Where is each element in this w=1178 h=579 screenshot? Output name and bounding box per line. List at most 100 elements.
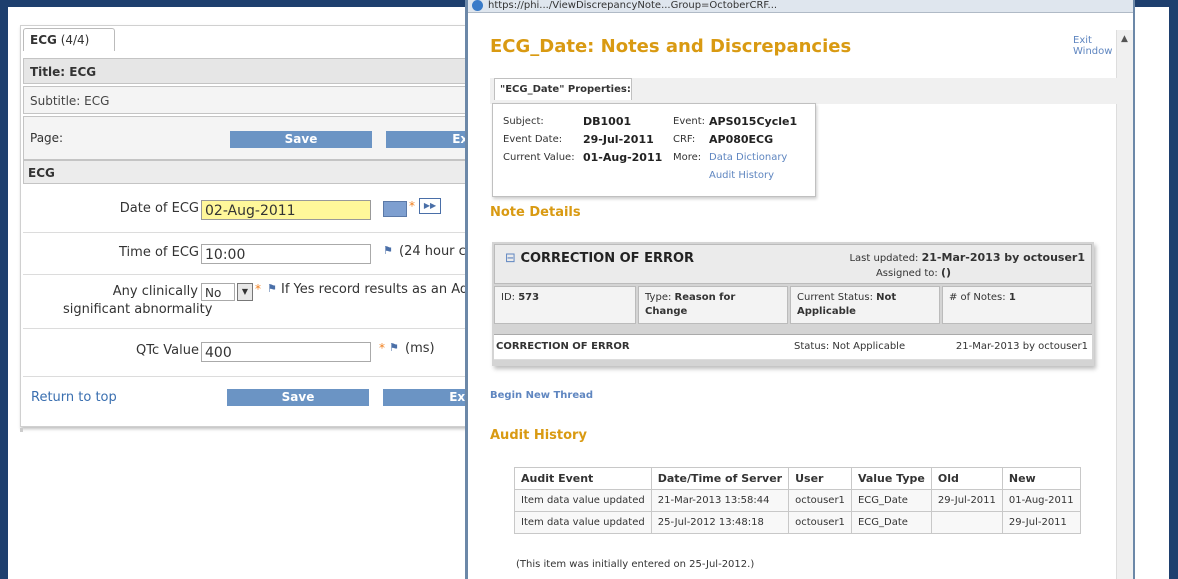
notes-count-value: 1 — [1008, 292, 1016, 303]
column-header: User — [788, 467, 852, 490]
thread-title[interactable]: ⊟ CORRECTION OF ERROR — [505, 251, 694, 266]
table-row: Item data value updated 21-Mar-2013 13:5… — [514, 489, 1081, 512]
table-cell — [930, 511, 1003, 534]
table-cell: 25-Jul-2012 13:48:18 — [650, 511, 790, 534]
thread-status-cell: Current Status: Not Applicable — [790, 286, 940, 324]
collapse-toggle-icon[interactable]: ⊟ — [505, 251, 516, 266]
id-label: ID: — [501, 292, 516, 303]
begin-new-thread-link[interactable]: Begin New Thread — [490, 390, 593, 401]
note-row[interactable]: CORRECTION OF ERROR Status: Not Applicab… — [494, 334, 1092, 360]
qtc-unit: (ms) — [405, 341, 435, 356]
window-frame-right — [1169, 0, 1178, 579]
abnormality-label-line2: significant abnormality — [63, 302, 213, 317]
chevron-down-icon[interactable]: ▼ — [237, 283, 253, 301]
globe-icon — [472, 0, 483, 11]
table-cell: octouser1 — [788, 511, 852, 534]
audit-history-link[interactable]: Audit History — [709, 170, 774, 181]
page-title: ECG_Date: Notes and Discrepancies — [490, 36, 852, 57]
field-qtc-value: QTc Value 400 * ⚑ (ms) — [23, 328, 481, 377]
status-label: Current Status: — [797, 292, 873, 303]
required-star-icon: * — [409, 199, 415, 213]
scrollbar[interactable]: ▲ — [1116, 30, 1133, 579]
thread-title-text: CORRECTION OF ERROR — [520, 251, 695, 266]
id-value: 573 — [518, 292, 540, 303]
divider — [20, 428, 23, 432]
column-header: Value Type — [850, 467, 932, 490]
current-value-label: Current Value: — [503, 152, 575, 163]
time-of-ecg-input[interactable]: 10:00 — [201, 244, 371, 264]
thread-type-cell: Type: Reason for Change — [638, 286, 788, 324]
thread-meta-row: ID: 573 Type: Reason for Change Current … — [494, 286, 1092, 324]
save-button-top[interactable]: Save — [230, 131, 372, 148]
table-cell: ECG_Date — [850, 511, 932, 534]
properties-box: Subject: DB1001 Event: APS015Cycle1 Even… — [492, 103, 816, 197]
table-header-row: Audit Event Date/Time of Server User Val… — [514, 467, 1081, 490]
data-dictionary-link[interactable]: Data Dictionary — [709, 152, 787, 163]
thread-header: ⊟ CORRECTION OF ERROR Last updated: 21-M… — [494, 244, 1092, 284]
crf-tab-ecg[interactable]: ECG (4/4) — [23, 28, 115, 51]
thread-notes-cell: # of Notes: 1 — [942, 286, 1092, 324]
subject-label: Subject: — [503, 116, 544, 127]
window-frame-left — [0, 0, 8, 579]
column-header: Audit Event — [514, 467, 652, 490]
exit-window-link[interactable]: Exit Window — [1073, 35, 1133, 57]
thread-id-cell: ID: 573 — [494, 286, 636, 324]
table-cell: 29-Jul-2011 — [1001, 511, 1081, 534]
field-time-of-ecg: Time of ECG 10:00 ⚑ (24 hour cl — [23, 232, 481, 275]
section-header-ecg: ECG — [23, 160, 481, 184]
current-value: 01-Aug-2011 — [583, 151, 663, 164]
table-cell: Item data value updated — [514, 511, 652, 534]
date-of-ecg-input[interactable]: 02-Aug-2011 — [201, 200, 371, 220]
notes-count-label: # of Notes: — [949, 292, 1006, 303]
flag-icon[interactable]: ⚑ — [267, 282, 277, 295]
crf-label: CRF: — [673, 134, 696, 145]
more-label: More: — [673, 152, 702, 163]
discrepancy-notes-window: https://phi.../ViewDiscrepancyNote...Gro… — [465, 0, 1135, 579]
discrepancy-thread: ⊟ CORRECTION OF ERROR Last updated: 21-M… — [492, 242, 1094, 366]
note-details-heading: Note Details — [490, 205, 581, 220]
event-date-label: Event Date: — [503, 134, 563, 145]
save-button-bottom[interactable]: Save — [227, 389, 369, 406]
subject-value: DB1001 — [583, 115, 632, 128]
flag-icon[interactable]: ⚑ — [383, 244, 393, 257]
crf-title: Title: ECG — [23, 58, 481, 84]
assigned-label: Assigned to: — [875, 268, 938, 279]
calendar-icon[interactable] — [383, 201, 407, 217]
abnormality-label-line1: Any clinically — [112, 284, 198, 299]
last-updated-label: Last updated: — [849, 253, 919, 264]
event-label: Event: — [673, 116, 706, 127]
column-header: New — [1001, 467, 1081, 490]
table-cell: Item data value updated — [514, 489, 652, 512]
abnormality-hint: If Yes record results as an Ad — [281, 282, 469, 297]
type-label: Type: — [645, 292, 672, 303]
abnormality-select[interactable]: No — [201, 283, 235, 301]
qtc-value-label: QTc Value — [136, 343, 199, 358]
note-status: Status: Not Applicable — [794, 341, 906, 352]
table-cell: octouser1 — [788, 489, 852, 512]
properties-tab[interactable]: "ECG_Date" Properties: — [494, 78, 632, 100]
last-updated-value: 21-Mar-2013 by octouser1 — [921, 251, 1085, 264]
audit-history-table: Audit Event Date/Time of Server User Val… — [514, 467, 1081, 534]
crf-tab-count: (4/4) — [60, 33, 90, 47]
address-url: https://phi.../ViewDiscrepancyNote...Gro… — [488, 0, 778, 11]
address-bar[interactable]: https://phi.../ViewDiscrepancyNote...Gro… — [468, 0, 1133, 13]
crf-subtitle: Subtitle: ECG — [23, 86, 481, 114]
flag-icon[interactable]: ⚑ — [389, 341, 399, 354]
note-title: CORRECTION OF ERROR — [496, 341, 630, 352]
discrepancy-note-flag-icon[interactable]: ▶▶ — [419, 198, 441, 214]
field-date-of-ecg: Date of ECG 02-Aug-2011 * ▶▶ — [23, 186, 481, 233]
crf-tab-name: ECG — [30, 33, 57, 47]
return-to-top-link[interactable]: Return to top — [31, 390, 117, 405]
audit-history-heading: Audit History — [490, 428, 587, 443]
table-cell: 21-Mar-2013 13:58:44 — [650, 489, 790, 512]
time-of-ecg-label: Time of ECG — [119, 245, 199, 260]
event-date-value: 29-Jul-2011 — [583, 133, 654, 146]
column-header: Date/Time of Server — [650, 467, 790, 490]
thread-update-info: Last updated: 21-Mar-2013 by octouser1 A… — [849, 251, 1085, 281]
note-date: 21-Mar-2013 by octouser1 — [955, 341, 1088, 352]
date-of-ecg-label: Date of ECG — [119, 201, 199, 216]
crf-page-row: Page: Save Exit — [23, 116, 482, 160]
required-star-icon: * — [255, 282, 261, 296]
event-value: APS015Cycle1 — [709, 115, 798, 128]
qtc-value-input[interactable]: 400 — [201, 342, 371, 362]
